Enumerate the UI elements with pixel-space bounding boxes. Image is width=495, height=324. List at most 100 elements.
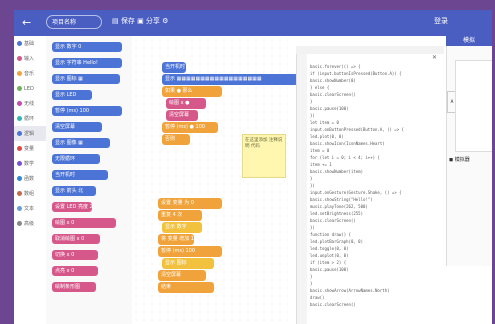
comment-note[interactable]: 在这里添加 注释说明 代码: [242, 134, 286, 178]
code-line: item += 1: [310, 162, 332, 167]
category-item[interactable]: 无线: [14, 96, 46, 111]
palette-block[interactable]: 显示 箭头 北: [52, 186, 96, 196]
palette-block[interactable]: 显示 图标 ▦: [52, 74, 120, 84]
block-palette: 显示 数字 0 显示 字符串 Hello! 显示 图标 ▦ 显示 LED 暂停 (ms)…: [46, 36, 132, 324]
palette-block[interactable]: 取消绘图 x 0: [52, 234, 100, 244]
category-icon: [17, 176, 22, 181]
category-label: 高级: [24, 221, 35, 227]
code-line: let item = 0: [310, 120, 339, 125]
workspace-block-end[interactable]: 结束: [158, 282, 214, 293]
workspace-block-set[interactable]: 设置 变量 为 0: [158, 198, 222, 209]
category-item[interactable]: 音乐: [14, 66, 46, 81]
category-icon: [17, 56, 22, 61]
palette-block[interactable]: 绘图 x 0: [52, 218, 116, 228]
category-item[interactable]: LED: [14, 81, 46, 96]
category-item[interactable]: 循环: [14, 111, 46, 126]
category-label: 循环: [24, 116, 35, 122]
code-line: led.setBrightness(255): [310, 211, 363, 216]
category-item[interactable]: 基础: [14, 36, 46, 51]
code-line: basic.showIcon(IconNames.Heart): [310, 141, 385, 146]
category-icon: [17, 161, 22, 166]
code-line: led.plot(0, 0): [310, 134, 344, 139]
workspace-block-plot[interactable]: 绘图 x ●: [166, 98, 206, 109]
code-line: }): [310, 225, 315, 230]
workspace-block-pause2[interactable]: 暂停 (ms) 100: [158, 246, 222, 257]
workspace-block-show[interactable]: 显示 ▦▦▦▦▦▦▦▦▦▦▦▦▦▦▦▦▦▦: [162, 74, 298, 85]
code-line: }): [310, 183, 315, 188]
workspace-block-repeat[interactable]: 重复 4 次: [158, 210, 202, 221]
category-list: 基础输入音乐 LED 无线循环逻辑 变量数学函数数组文本高级: [14, 36, 47, 324]
palette-block[interactable]: 设置 LED 亮度 255: [52, 202, 92, 212]
category-item[interactable]: 逻辑: [14, 126, 46, 141]
code-line: }): [310, 113, 315, 118]
category-icon: [17, 221, 22, 226]
palette-block[interactable]: 无限循环: [52, 154, 100, 164]
workspace-block-number[interactable]: 显示 数字: [162, 222, 202, 233]
category-item[interactable]: 数组: [14, 186, 46, 201]
palette-block[interactable]: 点亮 x 0: [52, 266, 98, 276]
simulator-tab[interactable]: 模拟: [446, 36, 492, 46]
palette-block[interactable]: 当开机时: [52, 170, 108, 180]
palette-block[interactable]: 显示 LED: [52, 90, 92, 100]
code-line: if (item > 2) {: [310, 260, 347, 265]
category-item[interactable]: 数学: [14, 156, 46, 171]
category-icon: [17, 71, 22, 76]
category-label: 音乐: [24, 71, 35, 77]
code-line: }: [310, 176, 313, 181]
code-panel[interactable]: basic.forever(() => { if (input.buttonIs…: [296, 54, 445, 324]
workspace-block-clear2[interactable]: 清空屏幕: [158, 270, 206, 281]
palette-block[interactable]: 暂停 (ms) 100: [52, 106, 122, 116]
close-icon[interactable]: ✕: [432, 54, 437, 61]
palette-block[interactable]: 清空屏幕: [52, 122, 102, 132]
code-line: if (input.buttonIsPressed(Button.A)) {: [310, 71, 402, 76]
code-line: for (let i = 0; i < 4; i++) {: [310, 155, 380, 160]
code-line: basic.pause(100): [310, 267, 349, 272]
code-line: input.onGesture(Gesture.Shake, () => {: [310, 190, 402, 195]
category-icon: [17, 191, 22, 196]
category-item[interactable]: 变量: [14, 141, 46, 156]
workspace-block-clear[interactable]: 清空屏幕: [166, 110, 198, 121]
category-item[interactable]: 输入: [14, 51, 46, 66]
code-line: basic.clearScreen(): [310, 302, 356, 307]
workspace-block-else[interactable]: 否则: [162, 134, 190, 145]
category-item[interactable]: 高级: [14, 216, 46, 231]
code-line: basic.showNumber(item): [310, 169, 363, 174]
block-workspace[interactable]: 当开机时 显示 ▦▦▦▦▦▦▦▦▦▦▦▦▦▦▦▦▦▦ 如果 ● 那么 绘图 x …: [132, 36, 298, 324]
category-icon: [17, 146, 22, 151]
code-line: basic.pause(100): [310, 106, 349, 111]
code-line: music.playTone(262, 500): [310, 204, 368, 209]
project-name-input[interactable]: 项目名称: [46, 15, 102, 29]
code-line: } else {: [310, 85, 330, 90]
code-line: led.plotBarGraph(0, 0): [310, 239, 363, 244]
login-button[interactable]: 登录: [434, 16, 448, 26]
toolbar-tools[interactable]: ▤ 保存 ▣ 分享 ⚙: [112, 16, 168, 26]
back-icon[interactable]: ←: [22, 16, 31, 29]
top-bar: ← 项目名称 ▤ 保存 ▣ 分享 ⚙ 登录: [14, 10, 492, 36]
code-line: }: [310, 274, 313, 279]
palette-block[interactable]: 绘制条形图: [52, 282, 96, 292]
workspace-block-change[interactable]: 将 变量 增加 1: [158, 234, 194, 245]
simulator-screen[interactable]: [455, 60, 492, 152]
simulator-label: ◼ 模拟器: [449, 157, 470, 163]
category-icon: [17, 86, 22, 91]
palette-block[interactable]: 显示 图像 ▦: [52, 138, 110, 148]
category-icon: [17, 131, 22, 136]
category-label: 输入: [24, 56, 35, 62]
palette-block[interactable]: 切换 x 0: [52, 250, 98, 260]
category-label: 数学: [24, 161, 35, 167]
workspace-block-if[interactable]: 如果 ● 那么: [162, 86, 222, 97]
workspace-block-icon[interactable]: 显示 图标: [162, 258, 214, 269]
category-item[interactable]: 文本: [14, 201, 46, 216]
palette-block[interactable]: 显示 数字 0: [52, 42, 122, 52]
palette-block[interactable]: 显示 字符串 Hello!: [52, 58, 122, 68]
category-label: 文本: [24, 206, 35, 212]
simulator-panel: A ◼ 模拟器: [446, 46, 492, 266]
category-label: 函数: [24, 176, 35, 182]
workspace-block-pause[interactable]: 暂停 (ms) ● 100: [162, 122, 218, 133]
code-line: function draw() {: [310, 232, 351, 237]
category-item[interactable]: 函数: [14, 171, 46, 186]
category-label: LED: [24, 85, 34, 92]
code-line: led.toggle(0, 0): [310, 246, 349, 251]
code-line: basic.forever(() => {: [310, 64, 361, 69]
workspace-block-head[interactable]: 当开机时: [162, 62, 186, 73]
